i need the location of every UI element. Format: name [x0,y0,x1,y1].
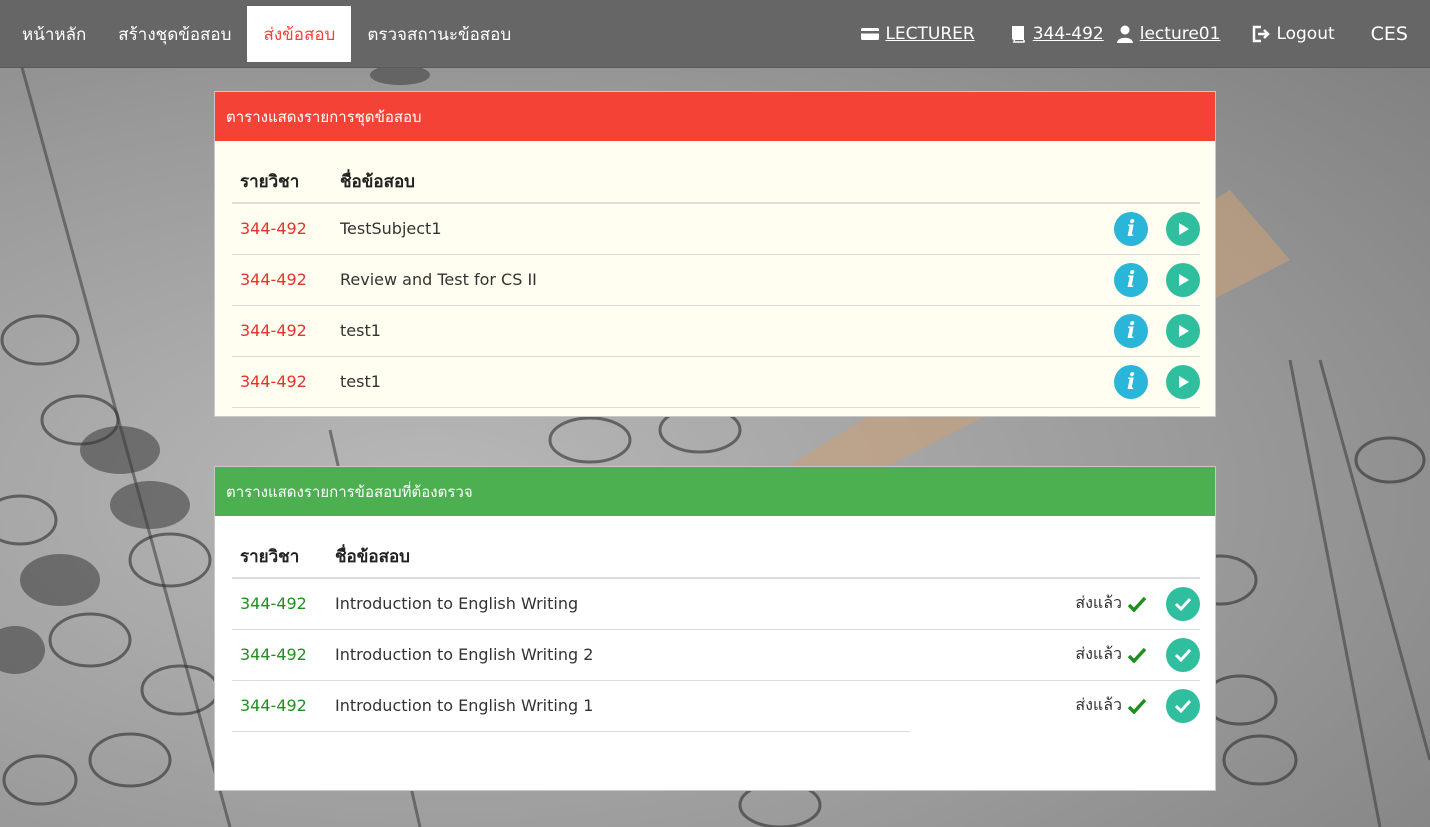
exam-name: Review and Test for CS II [332,254,928,306]
check-icon [1174,699,1192,713]
row-actions: i [927,356,1200,408]
row-actions: i [927,203,1200,255]
exam-name: Introduction to English Writing 1 [327,680,910,732]
play-button[interactable] [1166,211,1200,246]
info-button[interactable]: i [1114,313,1148,348]
column-header-exam-name: ชื่อข้อสอบ [332,161,928,204]
table-row: 344-492 Introduction to English Writing … [232,680,1200,732]
exam-sets-panel: ตารางแสดงรายการชุดข้อสอบ รายวิชา ชื่อข้อ… [214,91,1216,417]
exam-name: Introduction to English Writing [327,578,910,630]
nav-user-area: LECTURER 344-492 lecture01 Logout CES [861,6,1430,62]
row-actions: i [927,305,1200,357]
column-header-actions [927,161,1200,204]
confirm-check-button[interactable] [1166,637,1200,672]
check-icon [1174,648,1192,662]
nav-item-submit-exam[interactable]: ส่งข้อสอบ [247,6,352,62]
empty-cell [232,407,332,416]
role-label: LECTURER [885,24,975,44]
info-icon: i [1126,215,1136,242]
info-icon: i [1126,317,1136,344]
course-link[interactable]: 344-492 [1009,6,1104,62]
sent-status-label: ส่งแล้ว [1075,644,1122,663]
nav-item-check-exam-status[interactable]: ตรวจสถานะข้อสอบ [351,6,527,62]
empty-cell [332,407,928,416]
play-button[interactable] [1166,415,1200,416]
info-button[interactable]: i [1114,211,1148,246]
sent-status: ส่งแล้ว [1075,591,1146,616]
checkmark-icon [1128,647,1146,663]
top-navbar: หน้าหลัก สร้างชุดข้อสอบ ส่งข้อสอบ ตรวจสถ… [0,0,1430,68]
confirm-check-button[interactable] [1166,586,1200,621]
book-icon [1009,25,1027,43]
info-button[interactable]: i [1114,262,1148,297]
row-actions: ส่งแล้ว [909,629,1200,681]
role-link[interactable]: LECTURER [861,6,975,62]
row-actions: i [927,254,1200,306]
subject-code: 344-492 [232,305,332,357]
table-row: 344-492 Review and Test for CS II i [232,254,1200,306]
column-header-exam-name: ชื่อข้อสอบ [327,536,910,579]
subject-code: 344-492 [232,356,332,408]
row-actions: ส่งแล้ว [909,578,1200,630]
logout-button[interactable]: Logout [1252,6,1335,62]
table-row: 344-492 Introduction to English Writing … [232,629,1200,681]
play-icon [1179,222,1189,235]
logout-label: Logout [1276,24,1335,44]
info-icon: i [1126,368,1136,395]
play-button[interactable] [1166,313,1200,348]
info-button[interactable]: i [1114,415,1148,416]
user-link[interactable]: lecture01 [1116,6,1221,62]
subject-code: 344-492 [232,629,327,681]
exams-to-grade-panel: ตารางแสดงรายการข้อสอบที่ต้องตรวจ รายวิชา… [214,466,1216,791]
checkmark-icon [1128,698,1146,714]
exam-sets-table: รายวิชา ชื่อข้อสอบ 344-492 TestSubject1 … [232,161,1200,416]
user-icon [1116,25,1134,43]
check-icon [1174,597,1192,611]
logout-icon [1252,25,1271,43]
table-row: 344-492 test1 i [232,305,1200,357]
subject-code: 344-492 [232,680,327,732]
user-label: lecture01 [1139,24,1221,44]
column-header-actions [909,536,1200,579]
row-actions: ส่งแล้ว [910,680,1200,731]
confirm-check-button[interactable] [1166,688,1200,723]
course-label: 344-492 [1032,24,1104,44]
nav-item-create-exam-set[interactable]: สร้างชุดข้อสอบ [102,6,247,62]
row-actions: i [927,407,1200,416]
id-card-icon [861,25,880,43]
table-header-row: รายวิชา ชื่อข้อสอบ [232,536,1200,579]
play-icon [1179,324,1189,337]
sent-status-label: ส่งแล้ว [1075,695,1122,715]
info-button[interactable]: i [1114,364,1148,399]
column-header-subject: รายวิชา [232,161,332,204]
subject-code: 344-492 [232,203,332,255]
subject-code: 344-492 [232,578,327,630]
info-icon: i [1126,266,1136,293]
play-button[interactable] [1166,364,1200,399]
exams-to-grade-panel-title: ตารางแสดงรายการข้อสอบที่ต้องตรวจ [215,467,1215,516]
brand-link[interactable]: CES [1371,6,1408,62]
subject-code: 344-492 [232,254,332,306]
play-button[interactable] [1166,262,1200,297]
exam-name: test1 [332,356,928,408]
table-row: 344-492 test1 i [232,356,1200,408]
sent-status-label: ส่งแล้ว [1075,593,1122,613]
column-header-subject: รายวิชา [232,536,327,579]
exams-to-grade-table: รายวิชา ชื่อข้อสอบ 344-492 Introduction … [232,536,1200,732]
exam-name: test1 [332,305,928,357]
exam-name: Introduction to English Writing 2 [327,629,910,681]
table-header-row: รายวิชา ชื่อข้อสอบ [232,161,1200,204]
exam-sets-panel-title: ตารางแสดงรายการชุดข้อสอบ [215,92,1215,141]
table-row: 344-492 TestSubject1 i [232,203,1200,255]
table-row-partial: i [232,407,1200,416]
sent-status: ส่งแล้ว [1075,642,1146,667]
checkmark-icon [1128,596,1146,612]
play-icon [1179,273,1189,286]
exam-name: TestSubject1 [332,203,928,255]
table-row: 344-492 Introduction to English Writing … [232,578,1200,630]
nav-menu: หน้าหลัก สร้างชุดข้อสอบ ส่งข้อสอบ ตรวจสถ… [6,6,527,62]
nav-item-home[interactable]: หน้าหลัก [6,6,102,62]
play-icon [1179,375,1189,388]
sent-status: ส่งแล้ว [1075,693,1146,718]
